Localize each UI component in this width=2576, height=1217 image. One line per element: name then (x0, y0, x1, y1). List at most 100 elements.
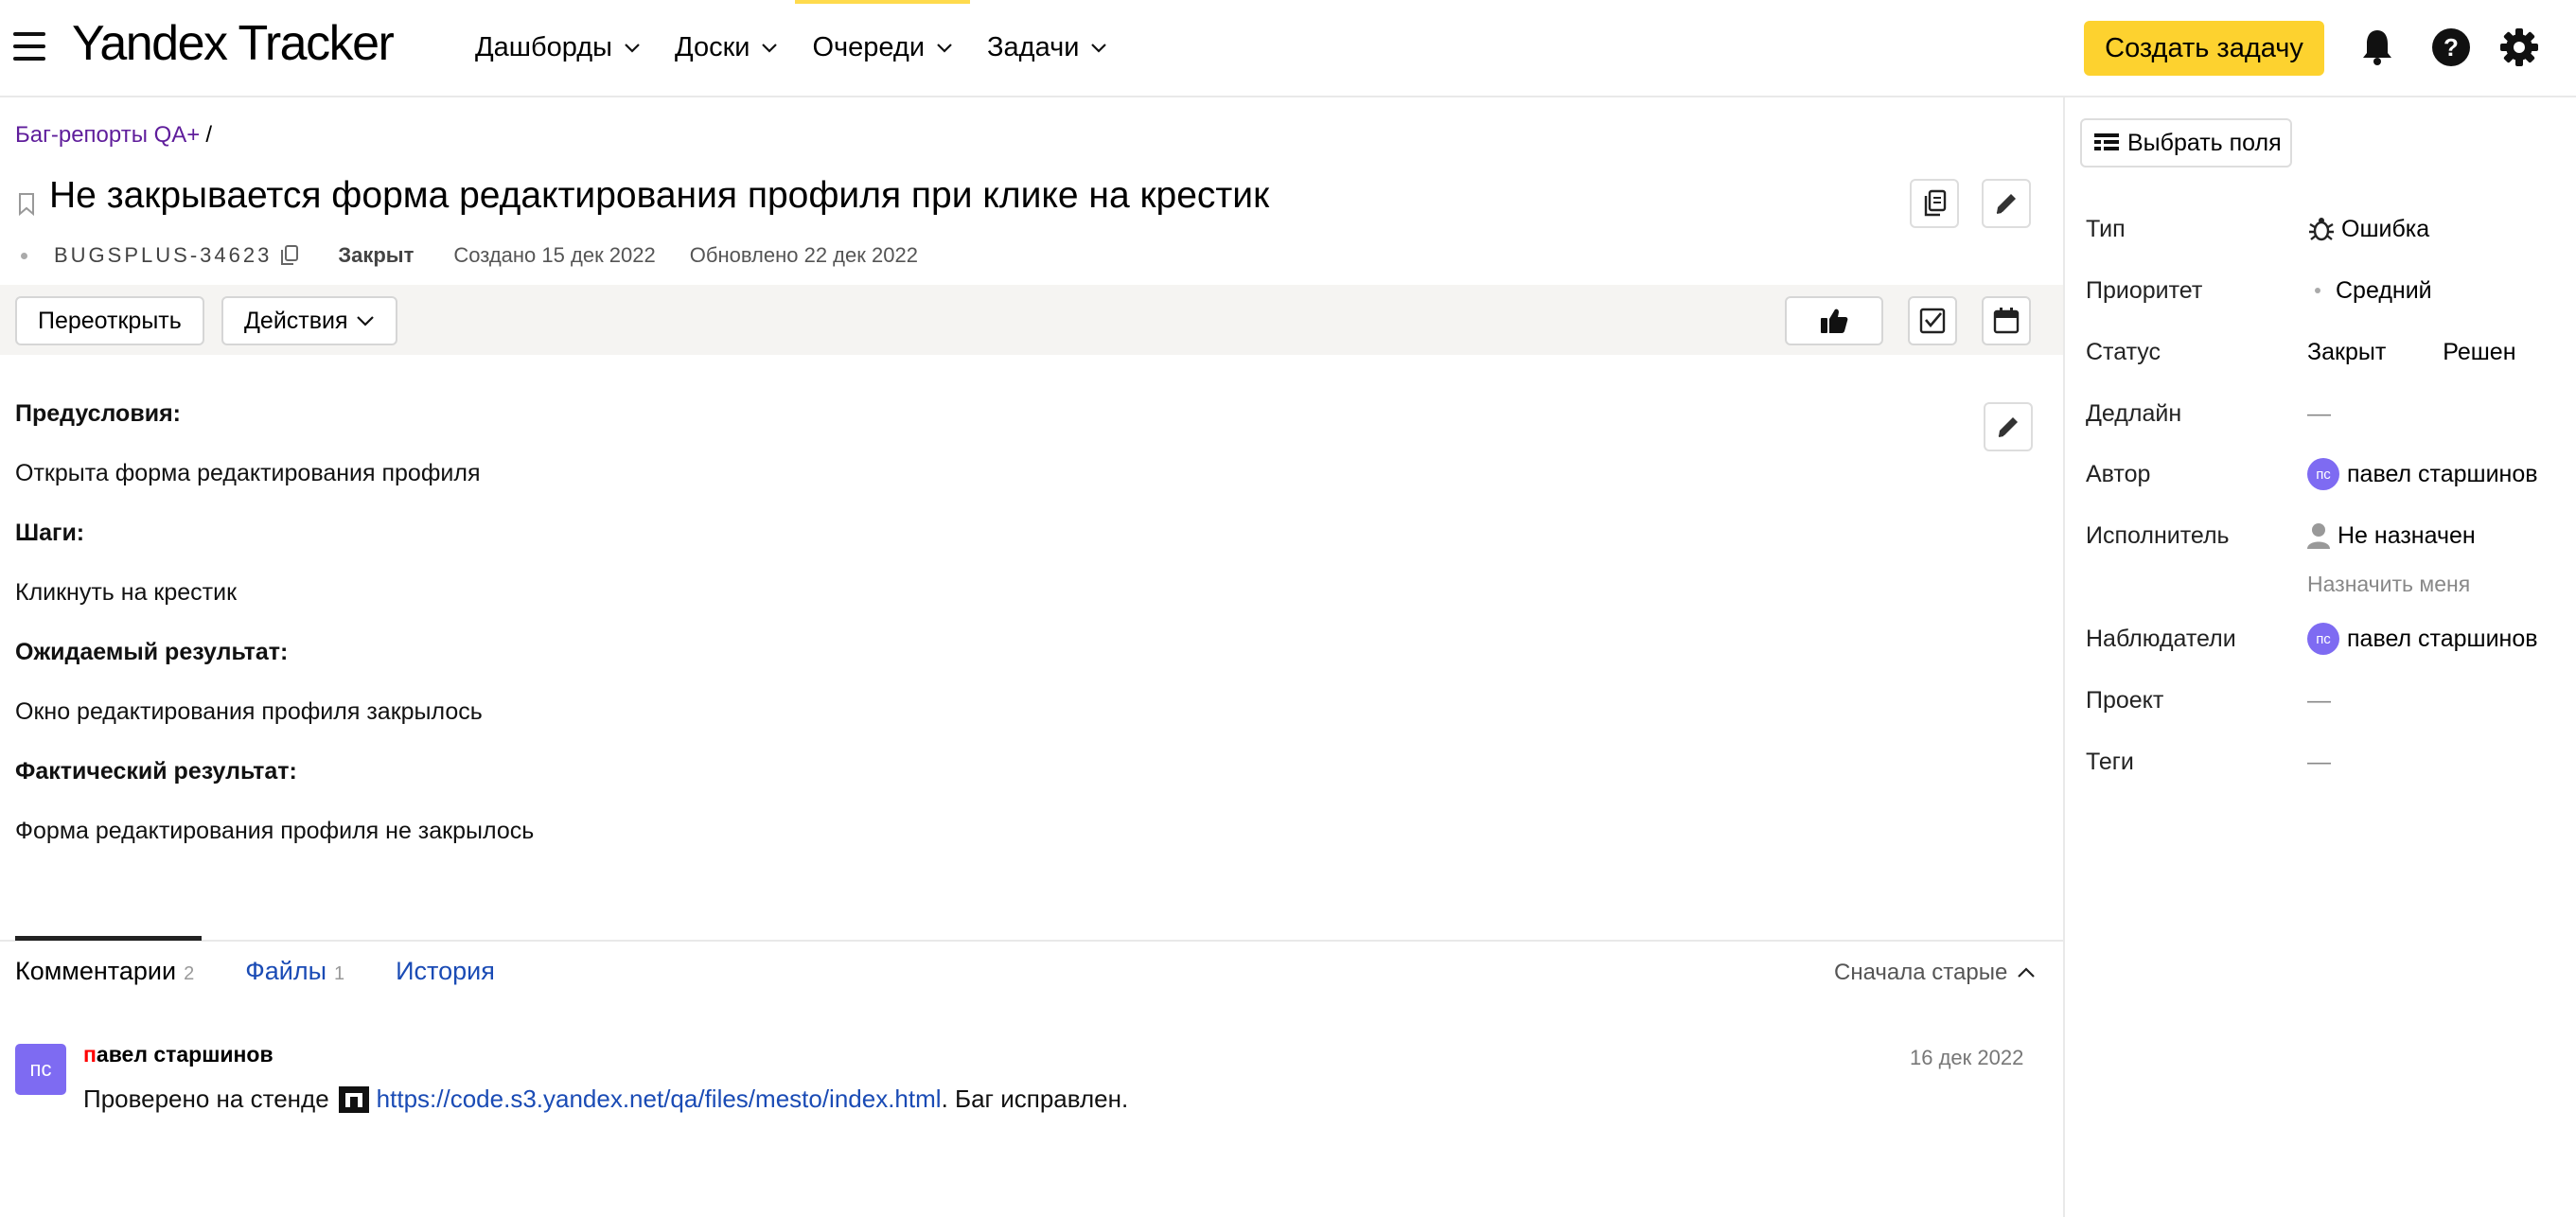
expected-heading: Ожидаемый результат: (15, 639, 289, 665)
field-project-label: Проект (2086, 686, 2164, 714)
issue-meta: BUGSPLUS-34623 Закрыт Создано 15 дек 202… (21, 241, 918, 270)
comment-text-before: Проверено на стенде (83, 1085, 329, 1113)
thumbs-up-icon (1821, 309, 1848, 333)
chevron-down-icon (762, 44, 778, 53)
comment-link[interactable]: https://code.s3.yandex.net/qa/files/mest… (377, 1085, 942, 1114)
field-assignee-value[interactable]: Не назначен (2307, 522, 2476, 550)
field-status: Статус Закрыт Решен (2086, 333, 2559, 371)
nav-queues[interactable]: Очереди (795, 0, 970, 95)
nav-boards[interactable]: Доски (658, 0, 795, 95)
chevron-down-icon (1091, 44, 1107, 53)
field-priority: Приоритет Средний (2086, 272, 2559, 309)
created-date: Создано 15 дек 2022 (453, 243, 656, 267)
calendar-button[interactable] (1982, 296, 2031, 345)
field-tags-label: Теги (2086, 748, 2134, 775)
field-priority-value[interactable]: Средний (2307, 277, 2432, 305)
comment-author-first-letter: п (83, 1042, 97, 1067)
tab-comments-count: 2 (184, 963, 195, 984)
field-followers-label: Наблюдатели (2086, 625, 2236, 652)
field-tags-value[interactable]: — (2307, 749, 2331, 776)
field-author-text: павел старшинов (2347, 460, 2538, 487)
field-followers-text: павел старшинов (2347, 625, 2538, 652)
nav-boards-label: Доски (675, 31, 750, 62)
gear-icon[interactable] (2498, 26, 2540, 68)
field-type-label: Тип (2086, 215, 2126, 242)
choose-fields-button[interactable]: Выбрать поля (2080, 118, 2292, 168)
tab-files[interactable]: Файлы 1 (245, 936, 344, 1002)
user-icon (2307, 523, 2330, 549)
tab-comments-label: Комментарии (15, 957, 177, 985)
pencil-icon (1996, 194, 2016, 214)
sort-order-toggle[interactable]: Сначала старые (1834, 960, 2036, 986)
top-header: Yandex Tracker Дашборды Доски Очереди За… (0, 0, 2576, 97)
issue-tabs: Комментарии 2 Файлы 1 История (15, 936, 546, 1002)
reopen-button[interactable]: Переоткрыть (15, 296, 204, 345)
field-priority-label: Приоритет (2086, 276, 2203, 304)
copy-issue-button[interactable] (1910, 179, 1959, 228)
field-author-value[interactable]: пс павел старшинов (2307, 458, 2538, 490)
edit-title-button[interactable] (1982, 179, 2031, 228)
edit-description-button[interactable] (1984, 402, 2033, 451)
field-followers-value[interactable]: пс павел старшинов (2307, 623, 2538, 655)
chevron-down-icon (625, 44, 640, 53)
steps-text: Кликнуть на крестик (15, 579, 238, 606)
action-bar: Переоткрыть Действия (0, 285, 2063, 355)
status-dot (21, 252, 27, 259)
field-status-value[interactable]: Закрыт Решен (2307, 339, 2516, 366)
tab-files-count: 1 (333, 963, 345, 984)
copy-key-icon[interactable] (279, 244, 300, 267)
page-title: Не закрывается форма редактирования проф… (49, 175, 1270, 216)
site-favicon-icon (338, 1085, 369, 1113)
comment-author[interactable]: павел старшинов (83, 1042, 273, 1067)
field-type-text: Ошибка (2341, 215, 2430, 242)
priority-dot (2315, 288, 2320, 293)
field-resolution-text: Решен (2443, 338, 2516, 365)
field-assignee-text: Не назначен (2338, 521, 2476, 549)
nav-issues[interactable]: Задачи (970, 0, 1124, 95)
field-tags: Теги — (2086, 743, 2559, 781)
tab-comments[interactable]: Комментарии 2 (15, 936, 203, 1002)
field-author: Автор пс павел старшинов (2086, 455, 2559, 493)
pencil-icon (1998, 417, 2018, 437)
field-status-label: Статус (2086, 338, 2161, 365)
tab-history-label: История (396, 957, 495, 985)
issue-description: Предусловия: Открыта форма редактировани… (15, 398, 534, 875)
breadcrumb-queue-link[interactable]: Баг-репорты QA+ (15, 122, 200, 148)
steps-heading: Шаги: (15, 520, 85, 546)
breadcrumb: Баг-репорты QA+ / (15, 122, 212, 149)
nav-issues-label: Задачи (987, 31, 1080, 62)
tab-files-label: Файлы (245, 957, 326, 985)
nav-dashboards[interactable]: Дашборды (458, 0, 658, 95)
field-deadline-value[interactable]: — (2307, 400, 2331, 428)
comment-text-after: . Баг исправлен. (941, 1085, 1129, 1113)
checkbox-icon (1919, 308, 1946, 334)
avatar[interactable]: пс (15, 1044, 66, 1095)
expected-text: Окно редактирования профиля закрылось (15, 698, 483, 725)
sort-order-label: Сначала старые (1834, 960, 2008, 985)
assign-me-link[interactable]: Назначить меня (2307, 565, 2553, 603)
create-issue-button[interactable]: Создать задачу (2084, 21, 2324, 76)
preconditions-text: Открыта форма редактирования профиля (15, 460, 481, 486)
chevron-down-icon (937, 44, 952, 53)
tab-history[interactable]: История (396, 936, 495, 1002)
help-icon[interactable]: ? (2430, 26, 2472, 68)
preconditions-heading: Предусловия: (15, 400, 181, 427)
assign-me-label: Назначить меня (2307, 571, 2471, 596)
menu-icon[interactable] (13, 32, 45, 61)
issue-key[interactable]: BUGSPLUS-34623 (54, 243, 272, 268)
field-project-value[interactable]: — (2307, 687, 2331, 714)
bell-icon[interactable] (2356, 26, 2398, 68)
app-logo[interactable]: Yandex Tracker (72, 13, 395, 74)
field-assignee: Исполнитель Не назначен (2086, 517, 2559, 555)
like-button[interactable] (1785, 296, 1883, 345)
field-followers: Наблюдатели пс павел старшинов (2086, 620, 2559, 658)
field-priority-text: Средний (2336, 276, 2432, 304)
field-assignee-label: Исполнитель (2086, 521, 2230, 549)
field-type-value[interactable]: Ошибка (2307, 215, 2429, 243)
calendar-icon (1993, 308, 2020, 334)
actions-dropdown-button[interactable]: Действия (221, 296, 397, 345)
field-status-text: Закрыт (2307, 338, 2387, 365)
checklist-button[interactable] (1908, 296, 1957, 345)
bookmark-icon[interactable] (17, 192, 36, 217)
issue-main: Баг-репорты QA+ / Не закрывается форма ре… (0, 97, 2063, 1217)
